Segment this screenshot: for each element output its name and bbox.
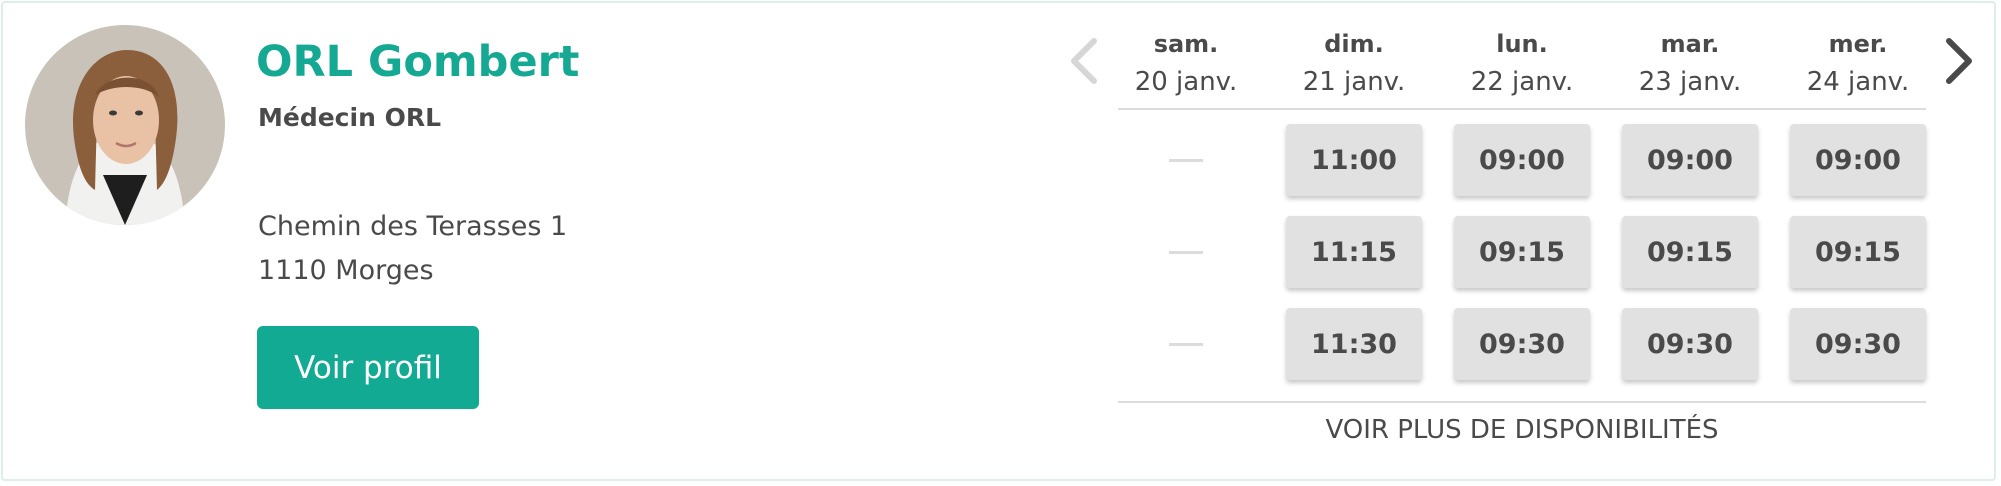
day-date: 22 janv. <box>1470 67 1574 97</box>
time-slot[interactable]: 09:15 <box>1622 216 1758 288</box>
address-city: 1110 Morges <box>258 255 434 286</box>
day-name: dim. <box>1324 30 1384 58</box>
day-date: 23 janv. <box>1638 67 1742 97</box>
day-header-tue: mar. 23 janv. <box>1606 27 1774 100</box>
calendar-footer-divider <box>1118 401 1926 403</box>
calendar-header-divider <box>1118 108 1926 110</box>
view-profile-button[interactable]: Voir profil <box>257 326 479 409</box>
day-date: 20 janv. <box>1134 67 1238 97</box>
time-slot[interactable]: 09:30 <box>1454 308 1590 380</box>
time-slot[interactable]: 09:00 <box>1622 124 1758 196</box>
chevron-left-icon[interactable] <box>1062 31 1106 91</box>
day-name: lun. <box>1496 30 1548 58</box>
avatar[interactable] <box>25 25 225 225</box>
no-slot-dash <box>1169 251 1203 254</box>
time-slot[interactable]: 09:15 <box>1790 216 1926 288</box>
day-name: mer. <box>1828 30 1888 58</box>
no-slot-dash <box>1169 159 1203 162</box>
time-slot[interactable]: 11:00 <box>1286 124 1422 196</box>
time-slot[interactable]: 11:15 <box>1286 216 1422 288</box>
day-date: 21 janv. <box>1302 67 1406 97</box>
day-header-wed: mer. 24 janv. <box>1774 27 1942 100</box>
day-header-mon: lun. 22 janv. <box>1438 27 1606 100</box>
more-availability-link[interactable]: VOIR PLUS DE DISPONIBILITÉS <box>1118 415 1926 445</box>
day-header-sun: dim. 21 janv. <box>1270 27 1438 100</box>
day-date: 24 janv. <box>1806 67 1910 97</box>
day-name: sam. <box>1153 30 1219 58</box>
time-slot[interactable]: 09:30 <box>1790 308 1926 380</box>
address-street: Chemin des Terasses 1 <box>258 211 568 242</box>
chevron-right-icon[interactable] <box>1937 31 1981 91</box>
time-slot[interactable]: 11:30 <box>1286 308 1422 380</box>
doctor-card: ORL Gombert Médecin ORL Chemin des Teras… <box>1 1 1996 481</box>
day-header-sat: sam. 20 janv. <box>1102 27 1270 100</box>
doctor-specialty: Médecin ORL <box>258 103 442 132</box>
no-slot-dash <box>1169 343 1203 346</box>
doctor-name[interactable]: ORL Gombert <box>256 37 579 87</box>
time-slot[interactable]: 09:00 <box>1790 124 1926 196</box>
time-slot[interactable]: 09:15 <box>1454 216 1590 288</box>
doctor-photo <box>25 25 225 225</box>
time-slot[interactable]: 09:00 <box>1454 124 1590 196</box>
time-slot[interactable]: 09:30 <box>1622 308 1758 380</box>
day-name: mar. <box>1660 30 1720 58</box>
